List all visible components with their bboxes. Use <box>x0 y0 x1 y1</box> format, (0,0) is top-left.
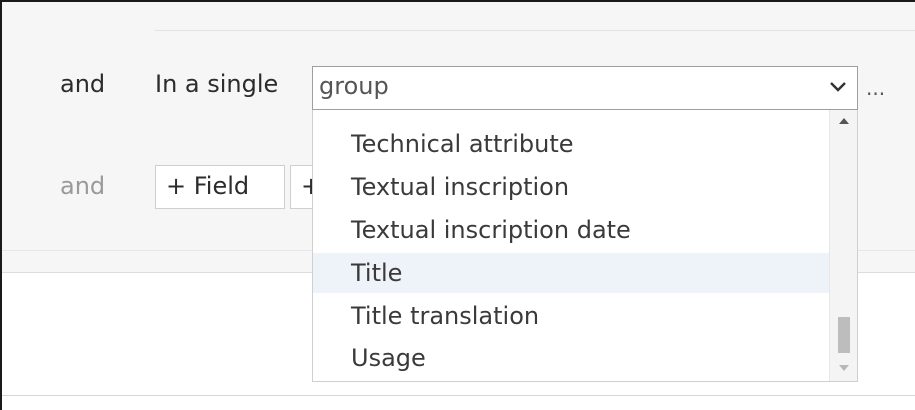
and-label: and <box>60 70 106 98</box>
dropdown-option[interactable]: Textual inscription date <box>313 210 831 250</box>
dropdown-option-highlighted[interactable]: Title <box>313 253 831 293</box>
dropdown-option[interactable]: Reference <box>313 110 831 120</box>
in-a-single-label: In a single <box>155 70 279 98</box>
dropdown-option[interactable]: Textual inscription <box>313 167 831 207</box>
more-options-button[interactable]: ... <box>866 76 885 100</box>
add-field-button[interactable]: + Field <box>155 165 285 209</box>
select-value: group <box>319 72 389 100</box>
arrow-down-icon[interactable] <box>839 365 849 371</box>
dropdown-option[interactable]: Technical attribute <box>313 124 831 164</box>
and-label-muted: and <box>60 172 106 200</box>
group-select[interactable]: group <box>312 66 858 110</box>
scrollbar-thumb[interactable] <box>838 317 850 353</box>
arrow-up-icon[interactable] <box>839 118 849 124</box>
group-dropdown-list[interactable]: Reference Technical attribute Textual in… <box>312 110 858 382</box>
divider <box>155 30 915 31</box>
dropdown-option[interactable]: Usage <box>313 338 831 378</box>
dropdown-scrollbar[interactable] <box>829 110 857 381</box>
dropdown-option[interactable]: Title translation <box>313 296 831 336</box>
divider <box>2 395 915 396</box>
chevron-down-icon <box>830 82 846 92</box>
